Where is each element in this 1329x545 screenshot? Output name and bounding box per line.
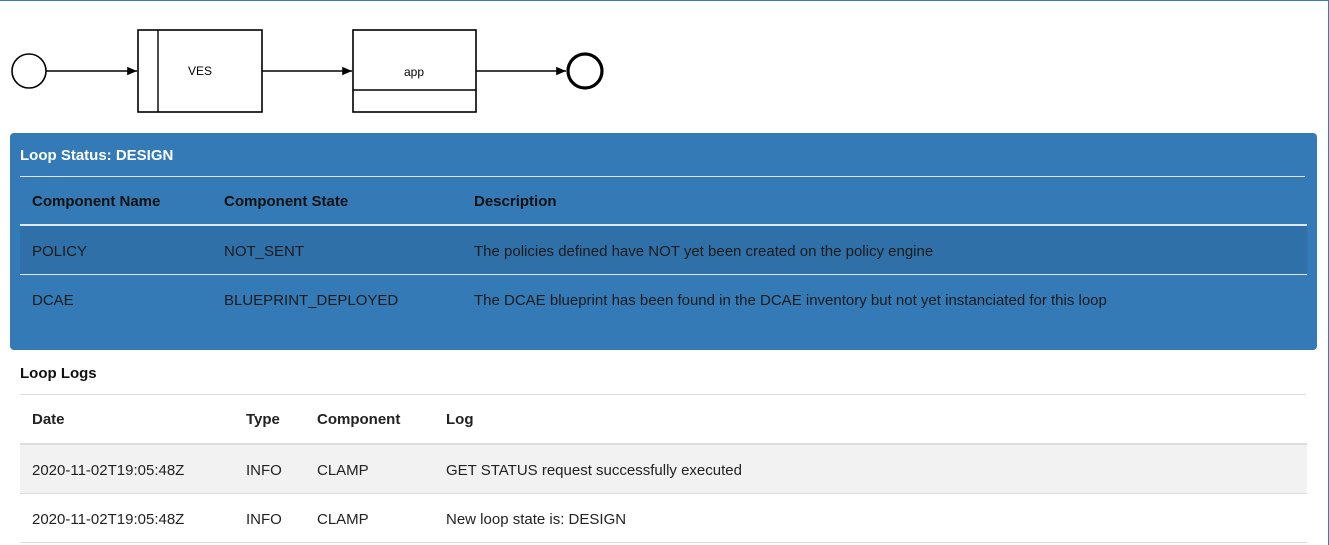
description-cell: The DCAE blueprint has been found in the… (474, 292, 1107, 309)
loop-status-panel: Loop Status: DESIGN Component Name Compo… (10, 133, 1317, 350)
log-message-cell: New loop state is: DESIGN (446, 511, 627, 528)
component-state-cell: NOT_SENT (224, 243, 305, 260)
column-header-component-state: Component State (224, 193, 349, 210)
log-date-cell: 2020-11-02T19:05:48Z (32, 462, 185, 479)
log-type-cell: INFO (246, 462, 282, 479)
log-date-cell: 2020-11-02T19:05:48Z (32, 511, 185, 528)
loop-logs-header-row: Date Type Component Log (20, 395, 1307, 445)
ves-task-node[interactable]: VES (137, 29, 263, 113)
log-type-cell: INFO (246, 511, 282, 528)
column-header-type: Type (246, 411, 280, 428)
component-status-header-row: Component Name Component State Descripti… (20, 177, 1307, 226)
end-event-node[interactable] (566, 52, 604, 90)
loop-logs-title: Loop Logs (20, 365, 97, 382)
table-row: POLICY NOT_SENT The policies defined hav… (20, 226, 1307, 275)
table-row: DCAE BLUEPRINT_DEPLOYED The DCAE bluepri… (20, 275, 1307, 324)
column-header-component-name: Component Name (32, 193, 161, 210)
loop-flow-diagram: VES app (11, 29, 604, 113)
app-task-node[interactable]: app (352, 29, 477, 113)
component-name-cell: POLICY (32, 243, 88, 260)
column-header-log: Log (446, 411, 474, 428)
loop-status-title: Loop Status: DESIGN (20, 147, 174, 164)
component-status-table: Component Name Component State Descripti… (20, 177, 1307, 324)
log-component-cell: CLAMP (317, 511, 369, 528)
component-name-cell: DCAE (32, 292, 74, 309)
column-header-description: Description (474, 193, 557, 210)
component-state-cell: BLUEPRINT_DEPLOYED (224, 292, 399, 309)
column-header-date: Date (32, 411, 65, 428)
loop-logs-table: Date Type Component Log 2020-11-02T19:05… (20, 395, 1307, 543)
log-message-cell: GET STATUS request successfully executed (446, 462, 742, 479)
start-event-node[interactable] (11, 53, 47, 89)
table-row: 2020-11-02T19:05:48Z INFO CLAMP New loop… (20, 494, 1307, 543)
log-component-cell: CLAMP (317, 462, 369, 479)
app-task-label: app (404, 65, 424, 79)
column-header-component: Component (317, 411, 401, 428)
ves-task-label: VES (188, 64, 212, 78)
description-cell: The policies defined have NOT yet been c… (474, 243, 934, 260)
table-row: 2020-11-02T19:05:48Z INFO CLAMP GET STAT… (20, 445, 1307, 494)
